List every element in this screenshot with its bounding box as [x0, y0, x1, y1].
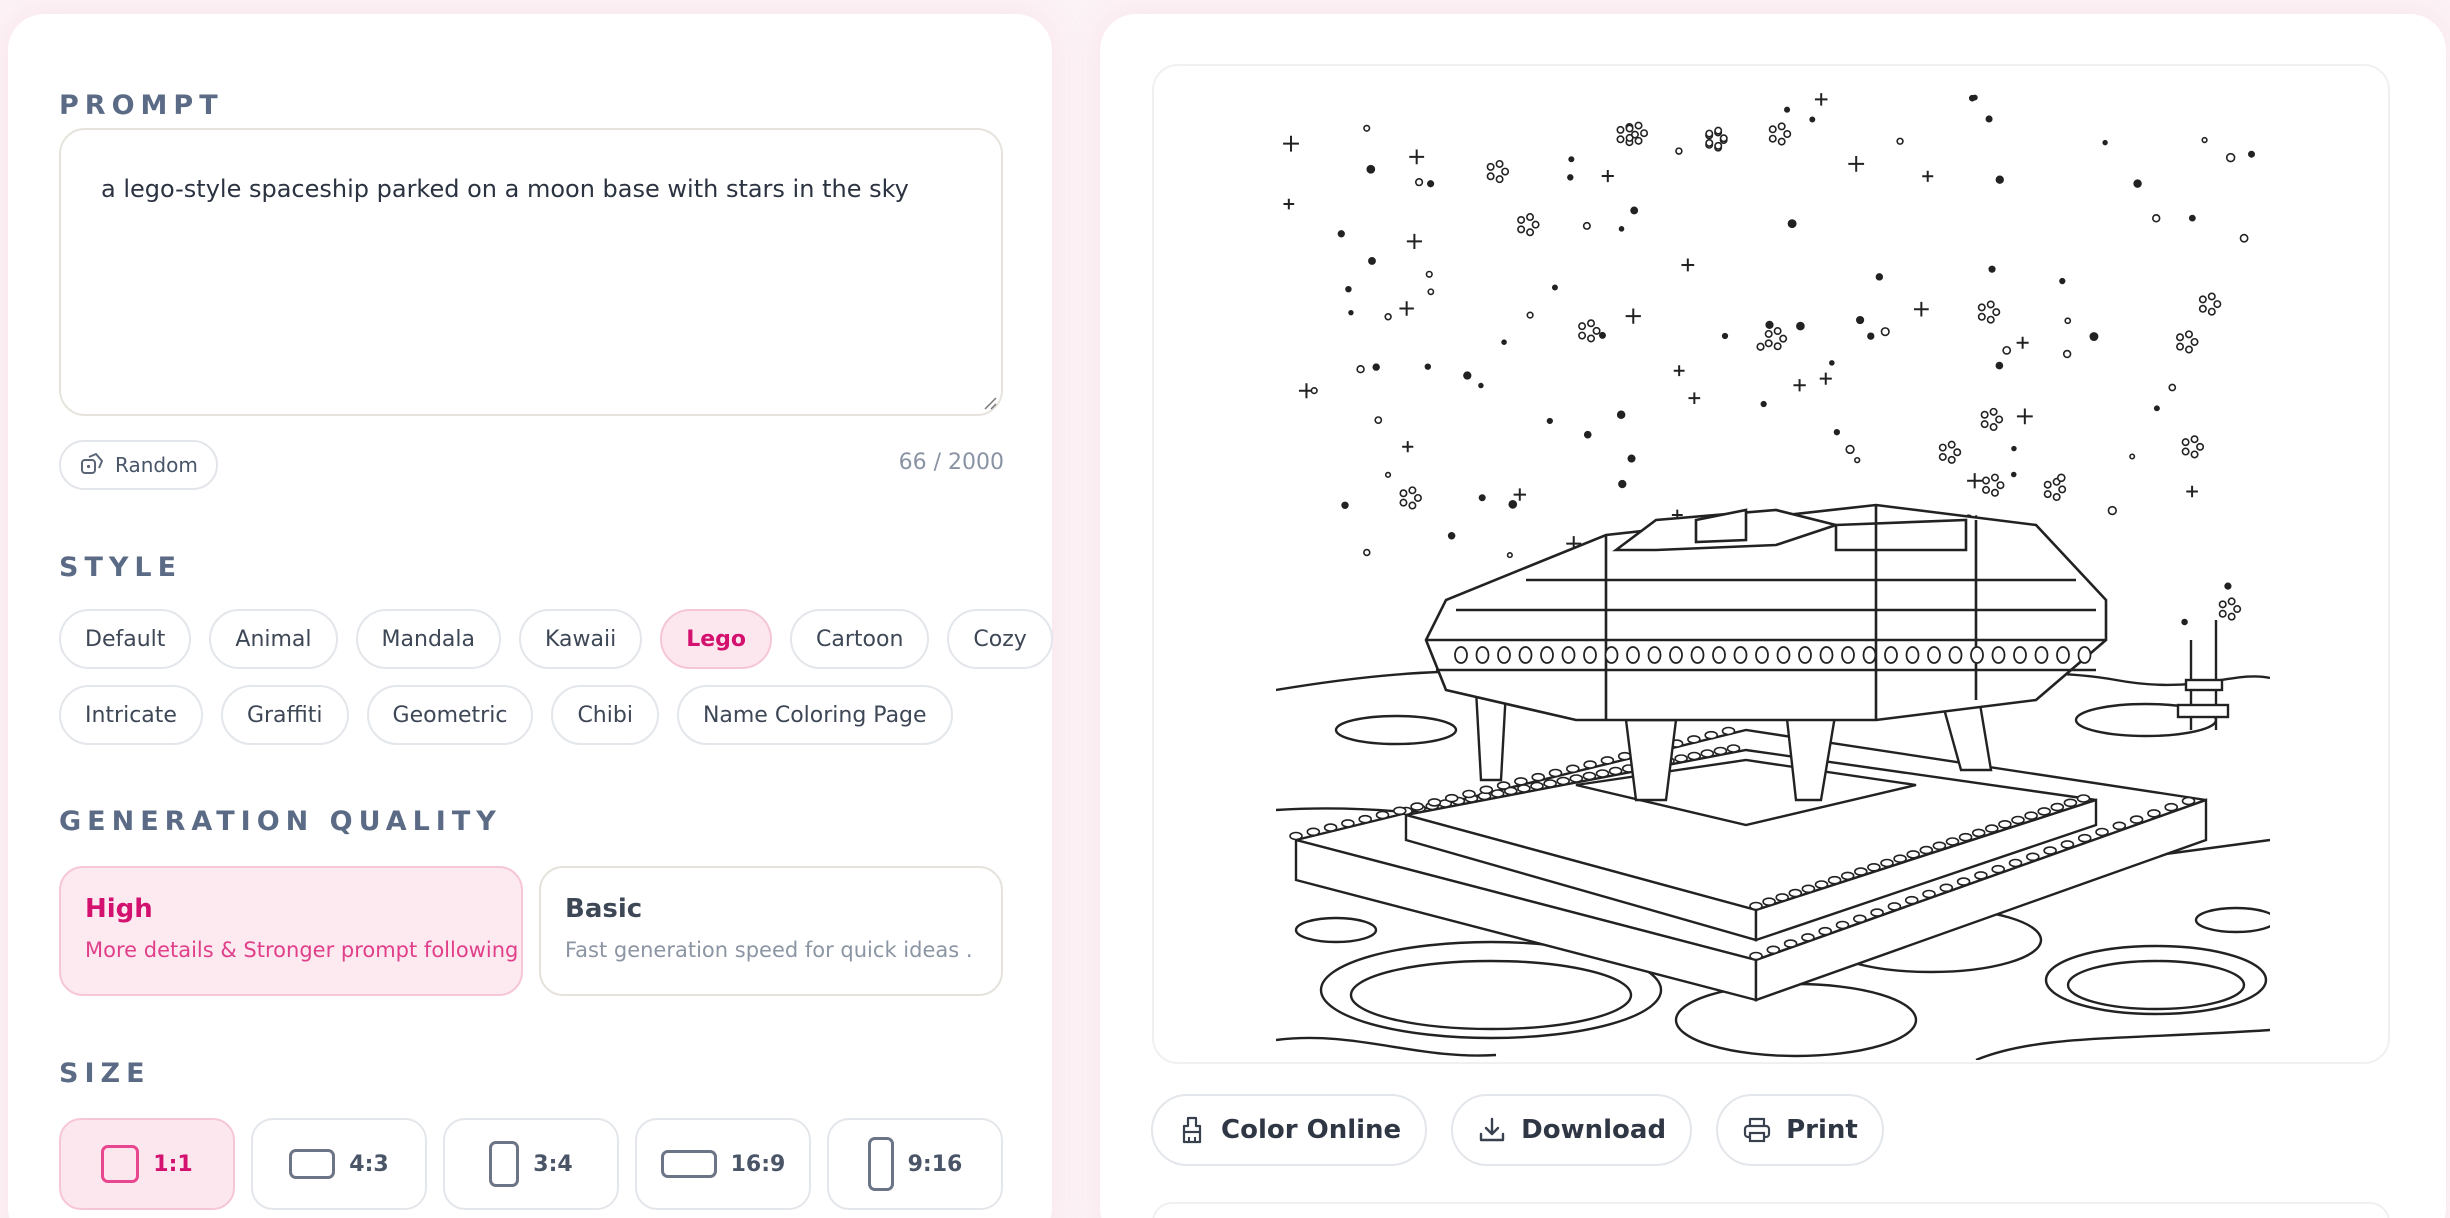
- quality-option-high[interactable]: High More details & Stronger prompt foll…: [59, 866, 523, 996]
- widescreen-ratio-icon: [660, 1150, 717, 1178]
- size-label-text: 9:16: [907, 1151, 963, 1177]
- download-button[interactable]: Download: [1451, 1094, 1693, 1166]
- style-chip-default[interactable]: Default: [59, 609, 192, 669]
- quality-option-basic[interactable]: Basic Fast generation speed for quick id…: [539, 866, 1003, 996]
- character-count: 66 / 2000: [898, 450, 1004, 475]
- style-chip-intricate[interactable]: Intricate: [59, 685, 203, 745]
- printer-icon: [1743, 1117, 1771, 1143]
- square-ratio-icon: [101, 1145, 140, 1183]
- landscape-ratio-icon: [289, 1149, 336, 1179]
- style-chip-geometric[interactable]: Geometric: [366, 685, 534, 745]
- style-label: STYLE: [59, 552, 183, 583]
- resize-grip-icon[interactable]: [983, 396, 997, 410]
- print-label: Print: [1786, 1115, 1858, 1145]
- size-label-text: 3:4: [533, 1151, 573, 1177]
- style-chip-mandala[interactable]: Mandala: [355, 609, 501, 669]
- style-chip-cozy[interactable]: Cozy: [947, 609, 1053, 669]
- size-label-text: 16:9: [730, 1151, 786, 1177]
- style-chip-chibi[interactable]: Chibi: [551, 685, 659, 745]
- color-online-button[interactable]: Color Online: [1151, 1094, 1428, 1166]
- size-option-16-9[interactable]: 16:9: [635, 1118, 811, 1210]
- style-chip-name-coloring-page[interactable]: Name Coloring Page: [676, 685, 953, 745]
- quality-description: Fast generation speed for quick ideas .: [565, 938, 973, 962]
- size-option-3-4[interactable]: 3:4: [443, 1118, 619, 1210]
- color-online-label: Color Online: [1221, 1115, 1402, 1145]
- size-label: SIZE: [59, 1058, 151, 1089]
- style-chip-lego[interactable]: Lego: [660, 609, 773, 669]
- size-label-text: 4:3: [349, 1151, 389, 1177]
- size-option-1-1[interactable]: 1:1: [59, 1118, 235, 1210]
- prompt-textarea[interactable]: a lego-style spaceship parked on a moon …: [59, 128, 1003, 416]
- style-chips-row-2: Intricate Graffiti Geometric Chibi Name …: [59, 685, 953, 745]
- paint-brush-icon: [1182, 1116, 1202, 1144]
- style-chip-kawaii[interactable]: Kawaii: [518, 609, 643, 669]
- tall-ratio-icon: [867, 1137, 894, 1191]
- quality-label: GENERATION QUALITY: [59, 806, 502, 837]
- prompt-text: a lego-style spaceship parked on a moon …: [101, 175, 909, 203]
- style-chips-row-1: Default Animal Mandala Kawaii Lego Carto…: [59, 609, 1053, 669]
- style-chip-graffiti[interactable]: Graffiti: [220, 685, 349, 745]
- download-icon: [1479, 1117, 1505, 1142]
- download-label: Download: [1521, 1115, 1667, 1145]
- generated-image-frame: [1152, 64, 2390, 1064]
- quality-title: Basic: [565, 894, 643, 924]
- style-chip-animal[interactable]: Animal: [209, 609, 338, 669]
- quality-title: High: [85, 894, 153, 924]
- page: PROMPT a lego-style spaceship parked on …: [0, 0, 2450, 1218]
- portrait-ratio-icon: [489, 1141, 520, 1187]
- prompt-label: PROMPT: [59, 90, 224, 121]
- size-option-4-3[interactable]: 4:3: [251, 1118, 427, 1210]
- print-button[interactable]: Print: [1716, 1094, 1884, 1166]
- quality-description: More details & Stronger prompt following: [85, 938, 519, 962]
- generated-coloring-page-image: [1276, 80, 2270, 1060]
- secondary-card: [1152, 1202, 2390, 1218]
- size-options: 1:1 4:3 3:4 16:9 9:16: [59, 1118, 1003, 1210]
- size-label-text: 1:1: [153, 1151, 193, 1177]
- style-chip-cartoon[interactable]: Cartoon: [790, 609, 930, 669]
- image-actions: Color Online Download Print: [1151, 1094, 1884, 1166]
- size-option-9-16[interactable]: 9:16: [827, 1118, 1003, 1210]
